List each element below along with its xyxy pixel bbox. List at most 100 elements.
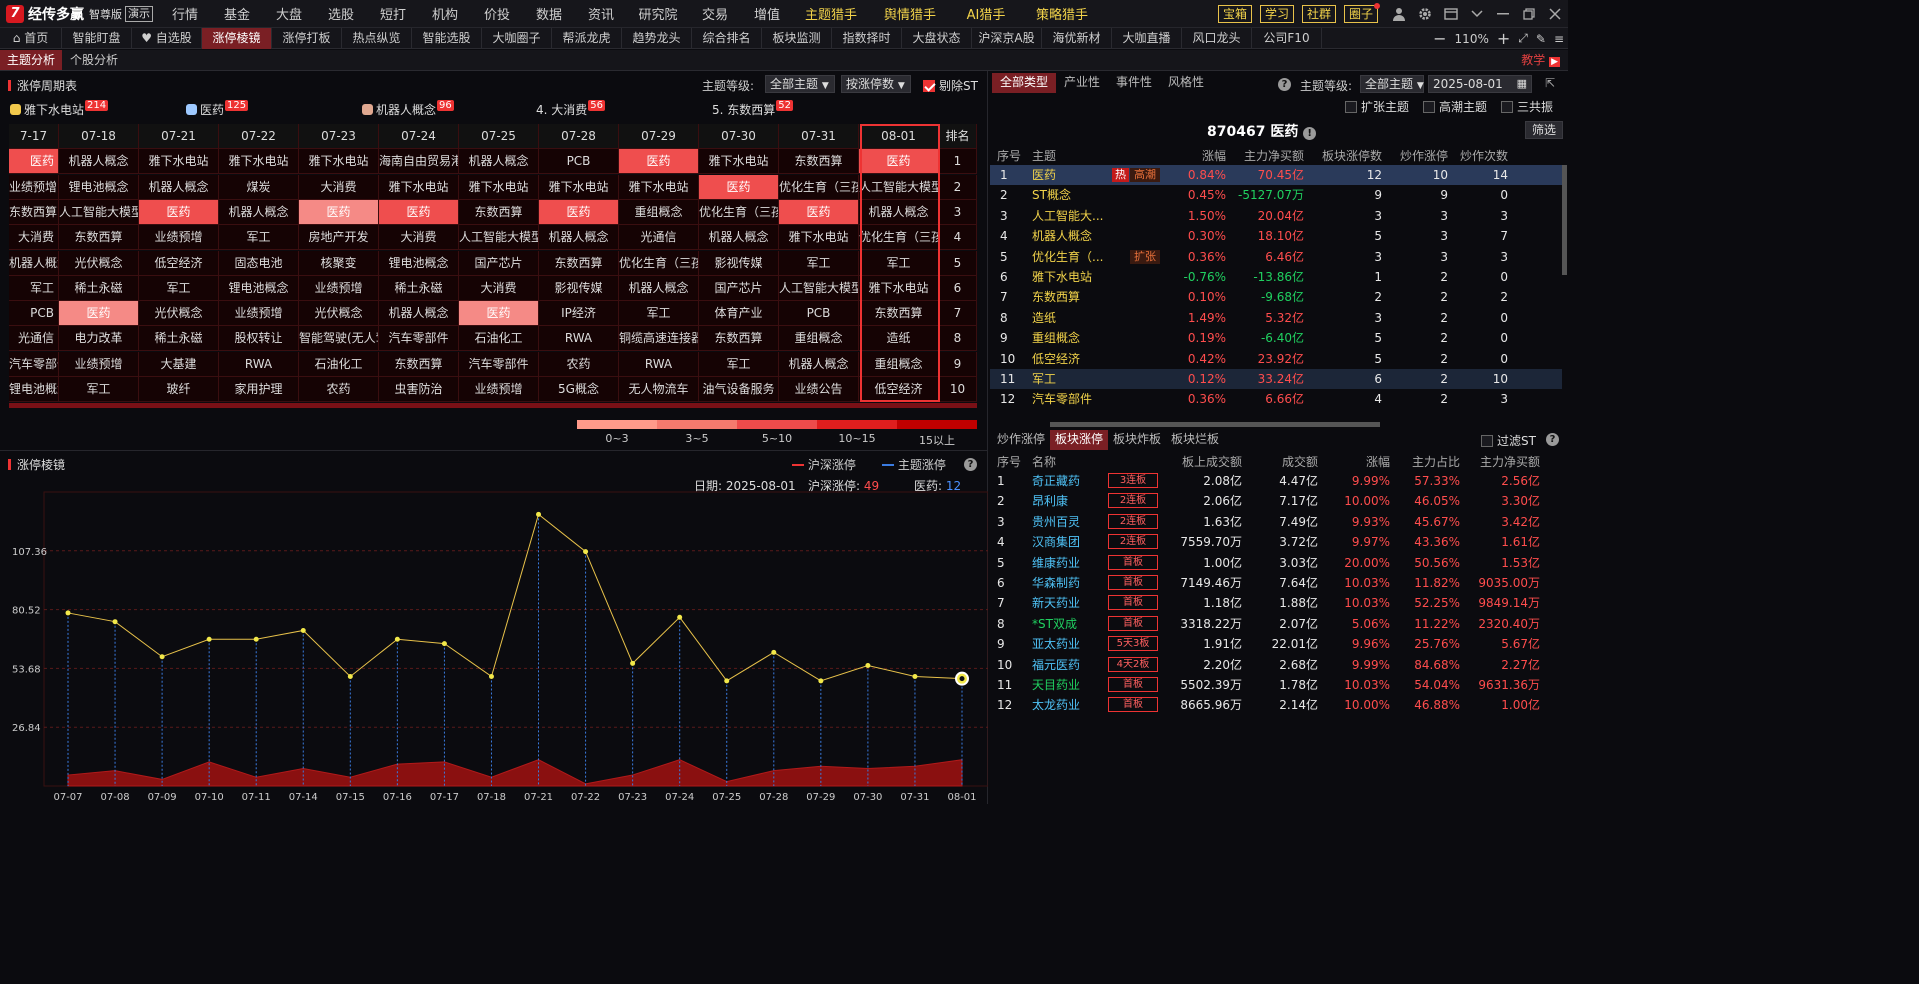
cycle-cell[interactable]: 机器人概念 bbox=[859, 199, 939, 225]
theme-row[interactable]: 8 造纸 1.49% 5.32亿 3 2 0 bbox=[990, 308, 1562, 328]
cycle-cell[interactable]: 影视传媒 bbox=[539, 275, 619, 301]
cycle-cell[interactable]: 海南自由贸易港 bbox=[379, 149, 459, 175]
cycle-cell[interactable]: 汽车零部件 bbox=[459, 351, 539, 377]
cycle-cell[interactable]: 军工 bbox=[219, 225, 299, 251]
cycle-cell[interactable]: 业绩预增 bbox=[219, 301, 299, 327]
menu-item-6[interactable]: 价投 bbox=[471, 4, 523, 23]
cycle-cell[interactable]: RWA bbox=[219, 351, 299, 377]
theme-header-4[interactable]: 板块涨停数 bbox=[1316, 147, 1382, 164]
cycle-cell[interactable]: 机器人概念 bbox=[9, 250, 59, 276]
topic-5[interactable]: 5. 东数西算 52 bbox=[712, 100, 793, 118]
theme-header-6[interactable]: 炒作次数 bbox=[1450, 147, 1508, 164]
cycle-cell[interactable]: 雅下水电站 bbox=[779, 225, 859, 251]
theme-header-5[interactable]: 炒作涨停 bbox=[1382, 147, 1448, 164]
cycle-cell[interactable]: 医药 bbox=[459, 301, 539, 327]
cycle-cell[interactable]: 军工 bbox=[9, 275, 59, 301]
date-header-0[interactable]: 7-17 bbox=[9, 124, 59, 149]
menu-item-13[interactable]: 舆情猎手 bbox=[869, 4, 951, 23]
cycle-cell[interactable]: 石油化工 bbox=[459, 326, 539, 352]
menu-button-circle[interactable]: 圈子 bbox=[1343, 3, 1380, 23]
cycle-cell[interactable]: 雅下水电站 bbox=[139, 149, 219, 175]
cycle-cell[interactable]: 军工 bbox=[699, 351, 779, 377]
cycle-cell[interactable]: 军工 bbox=[139, 275, 219, 301]
menu-button-treasure[interactable]: 宝箱 bbox=[1217, 5, 1252, 23]
cycle-cell[interactable]: IP经济 bbox=[539, 301, 619, 327]
theme-row[interactable]: 10 低空经济 0.42% 23.92亿 5 2 0 bbox=[990, 349, 1562, 369]
tab-13[interactable]: 大盘状态 bbox=[902, 27, 972, 49]
zoom-out-icon[interactable]: − bbox=[1433, 29, 1446, 48]
stock-row[interactable]: 1 奇正藏药 2.08亿 4.47亿 9.99% 57.33% 2.56亿 3连板 bbox=[990, 471, 1562, 491]
cycle-cell[interactable]: 机器人概念 bbox=[139, 174, 219, 200]
menu-item-8[interactable]: 资讯 bbox=[575, 4, 627, 23]
tab-11[interactable]: 板块监测 bbox=[762, 27, 832, 49]
topic-4[interactable]: 4. 大消费 56 bbox=[536, 100, 605, 118]
right-help-icon[interactable]: ? bbox=[1278, 76, 1291, 91]
cycle-cell[interactable]: 东数西算 bbox=[379, 351, 459, 377]
menu-item-2[interactable]: 大盘 bbox=[263, 4, 315, 23]
cycle-cell[interactable]: 低空经济 bbox=[139, 250, 219, 276]
cycle-cell[interactable]: 军工 bbox=[779, 250, 859, 276]
cycle-cell[interactable]: 家用护理 bbox=[219, 377, 299, 402]
cycle-cell[interactable]: 5G概念 bbox=[539, 377, 619, 402]
cycle-cell[interactable]: 雅下水电站 bbox=[699, 149, 779, 175]
cycle-cell[interactable]: 机器人概念 bbox=[219, 199, 299, 225]
menu-item-1[interactable]: 基金 bbox=[211, 4, 263, 23]
cycle-cell[interactable]: 稀土永磁 bbox=[139, 326, 219, 352]
cycle-cell[interactable]: 雅下水电站 bbox=[219, 149, 299, 175]
filter-button[interactable]: 筛选 bbox=[1525, 121, 1563, 139]
popout-icon[interactable]: ⇱ bbox=[1545, 76, 1555, 90]
theme-type-tab-2[interactable]: 事件性 bbox=[1108, 73, 1160, 93]
cycle-cell[interactable]: 机器人概念 bbox=[59, 149, 139, 175]
tab-7[interactable]: 大咖圈子 bbox=[482, 27, 552, 49]
cycle-cell[interactable]: 低空经济 bbox=[859, 377, 939, 402]
cycle-cell[interactable]: 机器人概念 bbox=[779, 351, 859, 377]
stock-row[interactable]: 3 贵州百灵 1.63亿 7.49亿 9.93% 45.67% 3.42亿 2连板 bbox=[990, 512, 1562, 532]
more-icon[interactable]: ≡ bbox=[1554, 32, 1564, 46]
theme-header-3[interactable]: 主力净买额 bbox=[1232, 147, 1304, 164]
cycle-cell[interactable]: 电力改革 bbox=[59, 326, 139, 352]
date-header-8[interactable]: 07-29 bbox=[619, 124, 699, 149]
date-header-3[interactable]: 07-22 bbox=[219, 124, 299, 149]
cycle-cell[interactable]: RWA bbox=[539, 326, 619, 352]
cycle-cell[interactable]: 大消费 bbox=[379, 225, 459, 251]
cycle-cell[interactable]: 核聚变 bbox=[299, 250, 379, 276]
cycle-cell[interactable]: 东数西算 bbox=[779, 149, 859, 175]
cycle-cell[interactable]: 重组概念 bbox=[779, 326, 859, 352]
cycle-cell[interactable]: 业绩预增 bbox=[139, 225, 219, 251]
cycle-cell[interactable]: 人工智能大模型 bbox=[459, 225, 539, 251]
cycle-cell[interactable]: 军工 bbox=[859, 250, 939, 276]
menu-item-3[interactable]: 选股 bbox=[315, 4, 367, 23]
date-header-11[interactable]: 08-01 bbox=[859, 124, 939, 149]
topic-2[interactable]: 医药 125 bbox=[186, 100, 249, 118]
cycle-cell[interactable]: 优化生育（三孩 bbox=[699, 199, 779, 225]
cycle-cell[interactable]: 机器人概念 bbox=[379, 301, 459, 327]
cycle-cell[interactable]: 大消费 bbox=[459, 275, 539, 301]
cycle-cell[interactable]: 光通信 bbox=[9, 326, 59, 352]
theme-row[interactable]: 1 医药 0.84% 70.45亿 12 10 14 热高潮 bbox=[990, 165, 1562, 185]
cycle-cell[interactable]: 雅下水电站 bbox=[859, 275, 939, 301]
cycle-cell[interactable]: 固态电池 bbox=[219, 250, 299, 276]
cycle-cell[interactable]: 大消费 bbox=[299, 174, 379, 200]
menu-item-9[interactable]: 研究院 bbox=[627, 4, 689, 23]
tab-14[interactable]: 沪深京A股 bbox=[972, 27, 1042, 49]
cycle-cell[interactable]: 锂电池概念 bbox=[59, 174, 139, 200]
shrink-icon[interactable]: ⤢ bbox=[1518, 31, 1528, 46]
cycle-cell[interactable]: 医药 bbox=[9, 149, 59, 175]
cycle-cell[interactable]: 汽车零部件 bbox=[379, 326, 459, 352]
cycle-cell[interactable]: 体育产业 bbox=[699, 301, 779, 327]
stock-row[interactable]: 6 华森制药 7149.46万 7.64亿 10.03% 11.82% 9035.00万 首板 bbox=[990, 573, 1562, 593]
cycle-cell[interactable]: 影视传媒 bbox=[699, 250, 779, 276]
board-tab-2[interactable]: 板块炸板 bbox=[1108, 430, 1166, 450]
cycle-cell[interactable]: 医药 bbox=[139, 199, 219, 225]
cycle-cell[interactable]: 机器人概念 bbox=[699, 225, 779, 251]
prism-help-icon[interactable]: ? bbox=[964, 456, 977, 471]
cycle-cell[interactable]: 医药 bbox=[379, 199, 459, 225]
cycle-cell[interactable]: 煤炭 bbox=[219, 174, 299, 200]
theme-row[interactable]: 9 重组概念 0.19% -6.40亿 5 2 0 bbox=[990, 328, 1562, 348]
date-header-6[interactable]: 07-25 bbox=[459, 124, 539, 149]
chevron-down-icon[interactable] bbox=[1464, 0, 1490, 28]
theme-header-0[interactable]: 序号 bbox=[997, 147, 1027, 164]
cycle-cell[interactable]: 重组概念 bbox=[859, 351, 939, 377]
cycle-cell[interactable]: 医药 bbox=[299, 199, 379, 225]
cycle-cell[interactable]: 股权转让 bbox=[219, 326, 299, 352]
